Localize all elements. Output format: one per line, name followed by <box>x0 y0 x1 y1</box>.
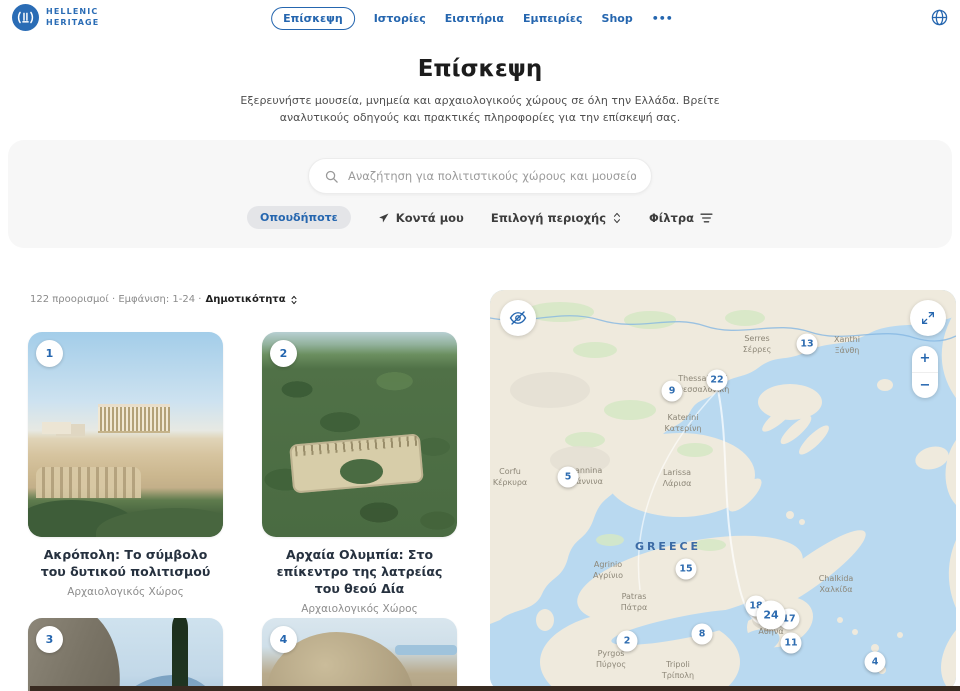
art-layer <box>395 645 457 655</box>
destination-card-4: 4 <box>262 618 457 691</box>
map-marker[interactable]: 13 <box>797 334 818 355</box>
map-marker[interactable]: 15 <box>676 559 697 580</box>
search-box[interactable] <box>308 158 652 194</box>
zoom-in-button[interactable]: + <box>912 346 938 373</box>
card-category: Αρχαιολογικός Χώρος <box>262 603 457 615</box>
filter-region-label: Επιλογή περιοχής <box>491 211 606 225</box>
card-title[interactable]: Αρχαία Ολυμπία: Στο επίκεντρο της λατρεί… <box>262 547 457 598</box>
art-layer <box>42 422 71 434</box>
map-marker[interactable]: 24 <box>757 601 786 630</box>
page-description: Εξερευνήστε μουσεία, μνημεία και αρχαιολ… <box>210 92 750 126</box>
map-marker[interactable]: 11 <box>781 633 802 654</box>
filters-button-label: Φίλτρα <box>649 211 694 225</box>
card-number-badge: 4 <box>270 626 297 653</box>
navigation-arrow-icon <box>378 212 390 224</box>
card-number-badge: 2 <box>270 340 297 367</box>
header: HELLENIC HERITAGE Επίσκεψη Ιστορίες Εισι… <box>0 0 960 36</box>
card-title[interactable]: Ακρόπολη: Το σύμβολο του δυτικού πολιτισ… <box>28 547 223 581</box>
map-marker[interactable]: 4 <box>865 652 886 673</box>
map-marker[interactable]: 9 <box>662 381 683 402</box>
filter-region-select[interactable]: Επιλογή περιοχής <box>491 211 622 225</box>
art-layer <box>172 618 188 691</box>
sort-updown-icon[interactable] <box>290 295 298 305</box>
brand-logo[interactable]: HELLENIC HERITAGE <box>12 4 99 31</box>
hellenic-heritage-logo-icon <box>12 4 39 31</box>
destination-card-3: 3 <box>28 618 223 691</box>
destination-card-olympia: 2 Αρχαία Ολυμπία: Στο επίκεντρο της λατρ… <box>262 332 457 615</box>
nav-item-eisitiria[interactable]: Εισιτήρια <box>445 12 504 25</box>
card-image-delphi[interactable]: 3 <box>28 618 223 691</box>
main-nav: Επίσκεψη Ιστορίες Εισιτήρια Εμπειρίες Sh… <box>271 0 673 36</box>
card-category: Αρχαιολογικός Χώρος <box>28 586 223 598</box>
map-marker[interactable]: 22 <box>707 370 728 391</box>
expand-icon <box>920 310 936 326</box>
filter-row: Οπουδήποτε Κοντά μου Επιλογή περιοχής Φί… <box>247 206 713 229</box>
map-label-greece: GREECE <box>635 540 701 553</box>
search-input[interactable] <box>348 169 636 183</box>
map-terrain <box>490 290 956 691</box>
eye-off-icon <box>509 309 527 327</box>
map-marker[interactable]: 8 <box>692 624 713 645</box>
map-marker[interactable]: 5 <box>558 467 579 488</box>
language-globe-icon[interactable] <box>931 9 948 26</box>
card-number-badge: 1 <box>36 340 63 367</box>
page-title: Επίσκεψη <box>0 56 960 82</box>
card-image-acropolis[interactable]: 1 <box>28 332 223 537</box>
map-zoom-control: + − <box>912 346 938 398</box>
nav-more-button[interactable]: ••• <box>652 12 673 25</box>
search-panel: Οπουδήποτε Κοντά μου Επιλογή περιοχής Φί… <box>8 140 952 248</box>
chevron-updown-icon <box>612 212 622 224</box>
filter-near-me-button[interactable]: Κοντά μου <box>378 211 464 225</box>
card-image-ruins[interactable]: 4 <box>262 618 457 691</box>
nav-item-empeiries[interactable]: Εμπειρίες <box>523 12 583 25</box>
card-number-badge: 3 <box>36 626 63 653</box>
results-count-text: 122 προορισμοί · Εμφάνιση: 1-24 · <box>30 294 201 305</box>
nav-item-shop[interactable]: Shop <box>602 12 633 25</box>
card-image-olympia[interactable]: 2 <box>262 332 457 537</box>
zoom-out-button[interactable]: − <box>912 373 938 399</box>
sort-by-label[interactable]: Δημοτικότητα <box>205 294 285 305</box>
art-layer <box>98 407 170 432</box>
filter-anywhere-button[interactable]: Οπουδήποτε <box>247 206 351 229</box>
filters-button[interactable]: Φίλτρα <box>649 211 713 225</box>
art-layer <box>340 459 383 484</box>
bottom-banner-edge <box>30 686 960 691</box>
filter-lines-icon <box>700 212 713 224</box>
map-marker[interactable]: 2 <box>617 631 638 652</box>
results-summary: 122 προορισμοί · Εμφάνιση: 1-24 · Δημοτι… <box>30 294 298 305</box>
art-layer <box>36 467 141 498</box>
expand-map-button[interactable] <box>910 300 946 336</box>
nav-item-istories[interactable]: Ιστορίες <box>374 12 426 25</box>
brand-name: HELLENIC HERITAGE <box>46 7 99 28</box>
search-icon <box>324 169 339 184</box>
filter-near-me-label: Κοντά μου <box>396 211 464 225</box>
destination-card-acropolis: 1 Ακρόπολη: Το σύμβολο του δυτικού πολιτ… <box>28 332 223 598</box>
toggle-markers-button[interactable] <box>500 300 536 336</box>
nav-item-episkepsi[interactable]: Επίσκεψη <box>271 7 355 30</box>
map-panel[interactable]: + − SerresΣέρρες XanthiΞάνθη Thessalonik… <box>490 290 956 691</box>
